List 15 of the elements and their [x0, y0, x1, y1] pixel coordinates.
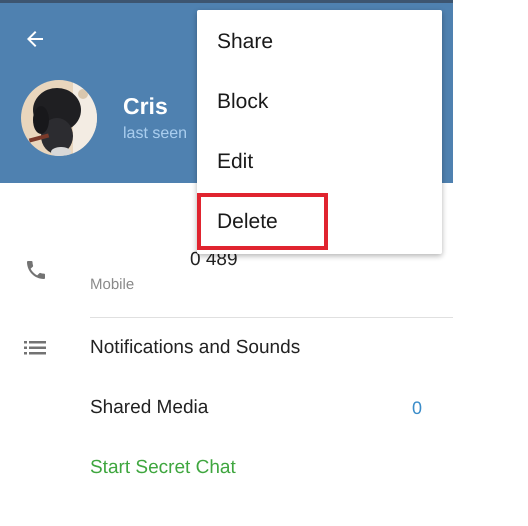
contact-name: Cris	[123, 93, 169, 120]
row-label: Shared Media	[90, 397, 210, 419]
menu-item[interactable]: Edit	[197, 132, 442, 192]
media-count: 0	[412, 398, 422, 418]
row-label: Notifications and Sounds	[90, 337, 302, 359]
last-seen-status: last seen	[123, 125, 188, 143]
row-label: Start Secret Chat	[90, 457, 237, 479]
menu-item[interactable]: Share	[197, 12, 442, 72]
list-icon	[24, 341, 46, 355]
phone-type-label: Mobile	[90, 276, 136, 293]
phone-icon	[24, 258, 48, 282]
settings-row[interactable]: Shared Media 0	[0, 378, 453, 438]
menu-item[interactable]: Block	[197, 72, 442, 132]
menu-item[interactable]: Delete	[197, 192, 442, 252]
settings-row[interactable]: Notifications and Sounds	[0, 318, 453, 378]
